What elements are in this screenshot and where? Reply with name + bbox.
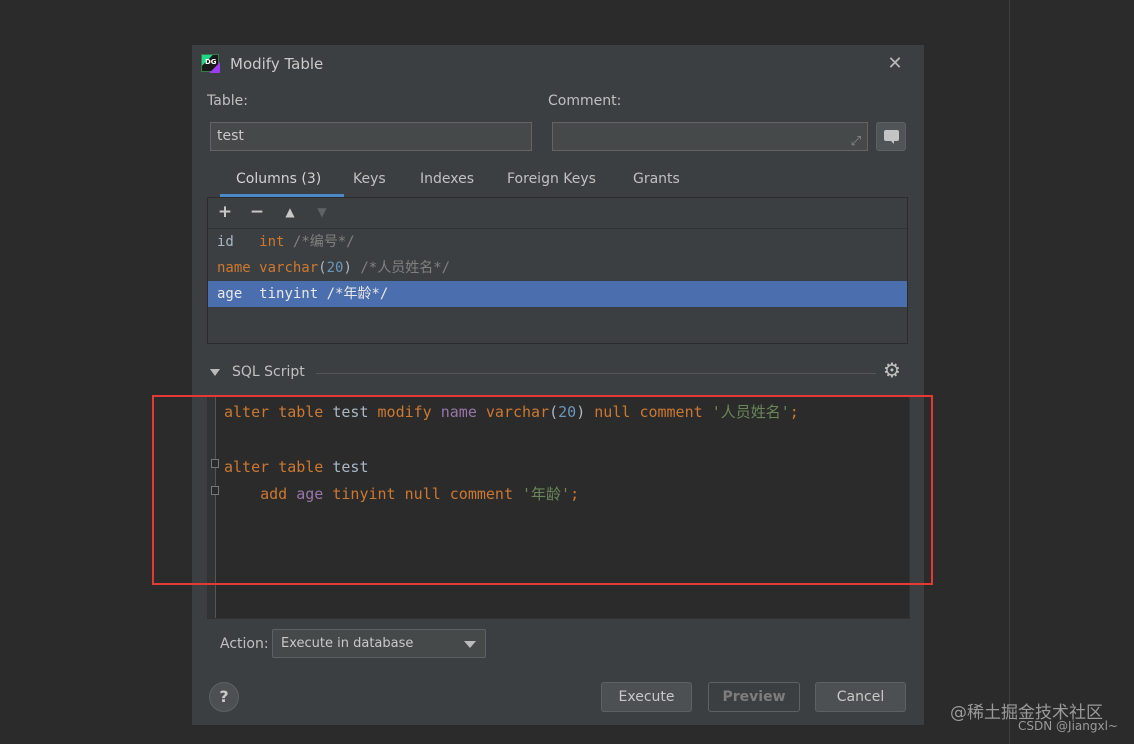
table-name-input[interactable]: test bbox=[210, 122, 532, 151]
fold-end-icon[interactable] bbox=[211, 486, 219, 495]
sql-line-4: add age tinyint null comment '年龄'; bbox=[260, 484, 580, 503]
sql-line-3: alter table test bbox=[224, 457, 369, 476]
move-down-button[interactable]: ▼ bbox=[311, 201, 333, 223]
execute-button[interactable]: Execute bbox=[601, 682, 692, 712]
section-divider bbox=[316, 373, 876, 374]
move-up-button[interactable]: ▲ bbox=[279, 201, 301, 223]
gear-icon[interactable]: ⚙ bbox=[883, 358, 901, 382]
table-label: Table: bbox=[207, 93, 248, 109]
close-icon[interactable]: ✕ bbox=[885, 53, 905, 75]
cancel-button[interactable]: Cancel bbox=[815, 682, 906, 712]
action-label: Action: bbox=[220, 636, 269, 652]
collapse-triangle-icon[interactable] bbox=[210, 369, 220, 376]
help-button[interactable]: ? bbox=[209, 682, 239, 712]
columns-toolbar: + − ▲ ▼ bbox=[208, 198, 907, 229]
fold-start-icon[interactable] bbox=[211, 459, 219, 468]
tab-indexes[interactable]: Indexes bbox=[420, 171, 474, 187]
background-divider bbox=[1009, 0, 1010, 744]
action-selected-value: Execute in database bbox=[281, 636, 414, 651]
sql-line-1: alter table test modify name varchar(20)… bbox=[224, 403, 799, 421]
column-row-age[interactable]: age tinyint /*年龄*/ bbox=[208, 281, 907, 307]
title-bar[interactable]: DG Modify Table ✕ bbox=[192, 45, 924, 83]
tab-grants[interactable]: Grants bbox=[633, 171, 680, 187]
modify-table-dialog: DG Modify Table ✕ Table: Comment: test ⤢… bbox=[192, 45, 924, 725]
datagrip-app-icon: DG bbox=[201, 54, 220, 73]
dialog-title: Modify Table bbox=[230, 55, 324, 73]
action-select[interactable]: Execute in database bbox=[272, 629, 486, 658]
sql-code: alter table test modify name varchar(20)… bbox=[224, 399, 799, 508]
tab-keys[interactable]: Keys bbox=[353, 171, 386, 187]
add-column-button[interactable]: + bbox=[214, 201, 236, 223]
comment-bubble-button[interactable] bbox=[876, 122, 906, 151]
remove-column-button[interactable]: − bbox=[246, 201, 268, 223]
column-row-id[interactable]: id int /*编号*/ bbox=[208, 229, 907, 255]
tab-columns[interactable]: Columns (3) bbox=[236, 171, 321, 187]
columns-list: id int /*编号*/ name varchar(20) /*人员姓名*/ … bbox=[208, 229, 907, 307]
sql-editor[interactable]: alter table test modify name varchar(20)… bbox=[207, 395, 910, 619]
editor-gutter bbox=[208, 396, 216, 618]
comment-label: Comment: bbox=[548, 93, 622, 109]
sql-script-title: SQL Script bbox=[232, 364, 305, 380]
sql-script-header: SQL Script ⚙ bbox=[210, 358, 910, 385]
tab-foreign-keys[interactable]: Foreign Keys bbox=[507, 171, 596, 187]
app-icon-text: DG bbox=[205, 58, 217, 66]
watermark-csdn: CSDN @Jiangxl~ bbox=[1018, 719, 1118, 733]
column-row-name[interactable]: name varchar(20) /*人员姓名*/ bbox=[208, 255, 907, 281]
preview-button[interactable]: Preview bbox=[708, 682, 800, 712]
expand-icon[interactable]: ⤢ bbox=[851, 128, 861, 155]
chevron-down-icon bbox=[464, 641, 476, 648]
columns-panel: + − ▲ ▼ id int /*编号*/ name varchar(20) /… bbox=[207, 197, 908, 344]
comment-input[interactable]: ⤢ bbox=[552, 122, 868, 151]
